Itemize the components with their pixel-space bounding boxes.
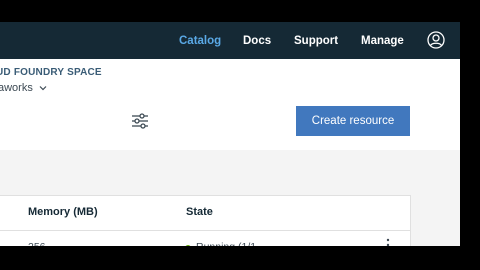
nav-support[interactable]: Support <box>294 34 338 48</box>
state-cell: Running (1/1 <box>196 241 256 246</box>
resource-table: Memory (MB) State 256 Running (1/1 <box>0 195 411 246</box>
table-header: Memory (MB) State <box>0 196 410 231</box>
user-avatar-icon[interactable] <box>427 31 445 49</box>
create-resource-button[interactable]: Create resource <box>296 106 410 136</box>
sliders-icon[interactable] <box>131 112 149 130</box>
nav-manage[interactable]: Manage <box>361 34 404 48</box>
overflow-menu-icon[interactable] <box>386 238 390 246</box>
running-status-icon <box>185 245 191 246</box>
top-navigation-bar: Catalog Docs Support Manage <box>0 22 460 59</box>
column-header-state[interactable]: State <box>186 206 213 218</box>
chevron-down-icon <box>39 86 47 91</box>
space-selector-value: aworks <box>0 82 33 94</box>
app-window: Catalog Docs Support Manage UD FOUNDRY S… <box>0 22 460 246</box>
memory-cell: 256 <box>28 241 46 246</box>
space-label: UD FOUNDRY SPACE <box>0 67 102 78</box>
nav-docs[interactable]: Docs <box>243 34 271 48</box>
column-header-memory[interactable]: Memory (MB) <box>28 206 98 218</box>
nav-catalog[interactable]: Catalog <box>179 34 221 48</box>
space-selector[interactable]: aworks <box>0 82 47 94</box>
